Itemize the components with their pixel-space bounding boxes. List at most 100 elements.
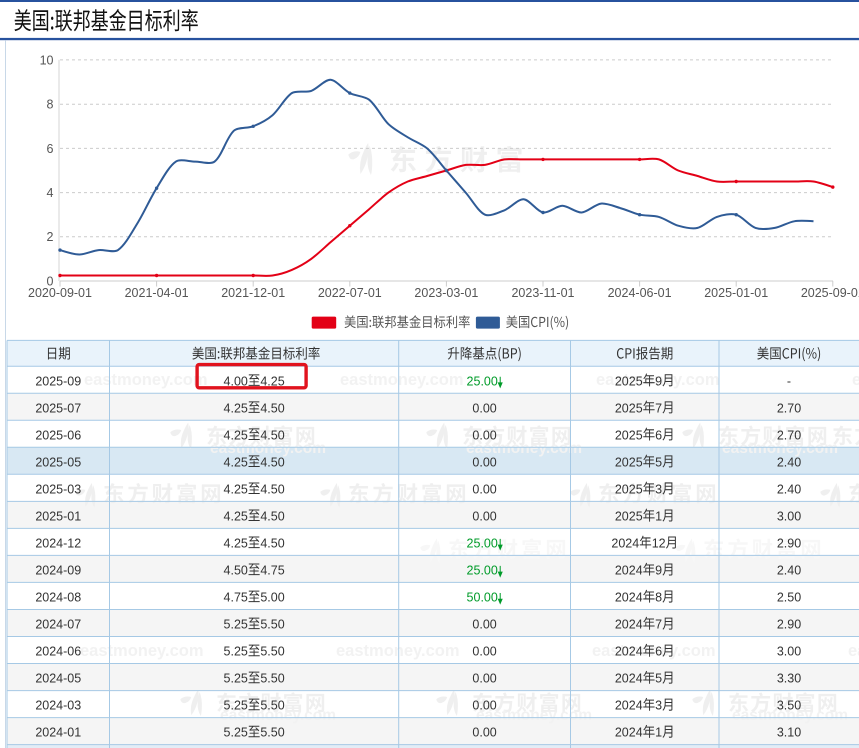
svg-text:2024: 2024 <box>615 726 643 740</box>
svg-text:2.90: 2.90 <box>777 537 801 551</box>
svg-text:2024-06: 2024-06 <box>35 645 81 659</box>
svg-text:5.50: 5.50 <box>260 699 284 713</box>
svg-text:2024-08: 2024-08 <box>35 591 81 605</box>
svg-text:4.50: 4.50 <box>260 401 284 415</box>
svg-text:4.50: 4.50 <box>260 509 284 523</box>
svg-text:eastmoney.com: eastmoney.com <box>848 642 859 660</box>
svg-text:9: 9 <box>655 374 662 388</box>
svg-text:3: 3 <box>655 482 662 496</box>
svg-text:1: 1 <box>655 509 662 523</box>
svg-text:2022-07-01: 2022-07-01 <box>318 286 382 300</box>
svg-text:2024: 2024 <box>615 672 643 686</box>
svg-text:-: - <box>787 374 791 388</box>
svg-text:2023-03-01: 2023-03-01 <box>414 286 478 300</box>
svg-text:2.70: 2.70 <box>777 401 801 415</box>
svg-text:5.00: 5.00 <box>260 591 284 605</box>
svg-text:50.00: 50.00 <box>467 591 498 605</box>
svg-text:2025-05: 2025-05 <box>35 455 81 469</box>
svg-text:10: 10 <box>40 53 54 67</box>
svg-text:4.50: 4.50 <box>260 482 284 496</box>
svg-text:2.40: 2.40 <box>777 482 801 496</box>
svg-text:0.00: 0.00 <box>472 428 496 442</box>
svg-text:5.25: 5.25 <box>224 699 248 713</box>
svg-text:3.00: 3.00 <box>777 509 801 523</box>
svg-text:2023-11-01: 2023-11-01 <box>511 286 574 300</box>
svg-text:2.40: 2.40 <box>777 564 801 578</box>
svg-text:0.00: 0.00 <box>472 699 496 713</box>
svg-text:2020-09-01: 2020-09-01 <box>28 286 92 300</box>
svg-text:25.00: 25.00 <box>467 564 498 578</box>
svg-text:5.25: 5.25 <box>224 672 248 686</box>
svg-text:2021-12-01: 2021-12-01 <box>221 286 285 300</box>
svg-text:5: 5 <box>655 672 662 686</box>
svg-text:2025-07: 2025-07 <box>35 401 81 415</box>
svg-text:4.25: 4.25 <box>224 509 248 523</box>
svg-text:2.90: 2.90 <box>777 618 801 632</box>
svg-text:0.00: 0.00 <box>472 645 496 659</box>
svg-text:2024: 2024 <box>615 618 643 632</box>
svg-text:2.50: 2.50 <box>777 591 801 605</box>
svg-text:4: 4 <box>47 186 54 200</box>
svg-text:0.00: 0.00 <box>472 482 496 496</box>
svg-text:2024: 2024 <box>611 537 639 551</box>
svg-text:6: 6 <box>47 142 54 156</box>
svg-text:3.10: 3.10 <box>777 726 801 740</box>
svg-text:2024-07: 2024-07 <box>35 618 81 632</box>
svg-text:4.25: 4.25 <box>224 428 248 442</box>
svg-text:2.40: 2.40 <box>777 455 801 469</box>
svg-text:8: 8 <box>47 98 54 112</box>
svg-text:eastmoney.com: eastmoney.com <box>852 371 859 389</box>
svg-text:9: 9 <box>655 564 662 578</box>
svg-text:2024-05: 2024-05 <box>35 672 81 686</box>
svg-text:0.00: 0.00 <box>472 401 496 415</box>
svg-text:3.30: 3.30 <box>777 672 801 686</box>
svg-text:0.00: 0.00 <box>472 618 496 632</box>
svg-text:eastmoney.com: eastmoney.com <box>592 642 716 660</box>
svg-text:2025-06: 2025-06 <box>35 428 81 442</box>
svg-text:3.50: 3.50 <box>777 699 801 713</box>
svg-text:4.50: 4.50 <box>260 455 284 469</box>
svg-text:8: 8 <box>655 591 662 605</box>
svg-text:25.00: 25.00 <box>467 374 498 388</box>
svg-text:1: 1 <box>655 726 662 740</box>
svg-text:2025: 2025 <box>615 455 643 469</box>
svg-text:2024-09: 2024-09 <box>35 564 81 578</box>
svg-text:4.50: 4.50 <box>260 537 284 551</box>
svg-text:eastmoney.com: eastmoney.com <box>80 642 204 660</box>
svg-text:5.50: 5.50 <box>260 645 284 659</box>
svg-text:5.50: 5.50 <box>260 726 284 740</box>
svg-text:5.50: 5.50 <box>260 672 284 686</box>
svg-text:5.50: 5.50 <box>260 618 284 632</box>
svg-text:2025: 2025 <box>615 374 643 388</box>
svg-text:2024-01: 2024-01 <box>35 726 81 740</box>
svg-text:4.25: 4.25 <box>224 401 248 415</box>
svg-text:2025-03: 2025-03 <box>35 482 81 496</box>
svg-text:2025-01: 2025-01 <box>35 509 81 523</box>
svg-text:2: 2 <box>47 230 54 244</box>
svg-text:eastmoney.com: eastmoney.com <box>340 371 464 389</box>
svg-text:4.75: 4.75 <box>260 564 284 578</box>
svg-text:0.00: 0.00 <box>472 672 496 686</box>
svg-text:3: 3 <box>655 699 662 713</box>
svg-text:2024-03: 2024-03 <box>35 699 81 713</box>
svg-text:2.70: 2.70 <box>777 428 801 442</box>
svg-text:12: 12 <box>652 537 666 551</box>
svg-text:2024: 2024 <box>615 591 643 605</box>
svg-text:7: 7 <box>655 618 662 632</box>
svg-text:2025: 2025 <box>615 401 643 415</box>
svg-text:2025-09-01: 2025-09-01 <box>801 286 859 300</box>
svg-text:2025-09: 2025-09 <box>35 374 81 388</box>
svg-text:4.25: 4.25 <box>224 455 248 469</box>
svg-text:4.25: 4.25 <box>224 537 248 551</box>
svg-text:2024: 2024 <box>615 699 643 713</box>
svg-text:2025-01-01: 2025-01-01 <box>704 286 768 300</box>
svg-text:eastmoney.com: eastmoney.com <box>84 371 208 389</box>
svg-text:2025: 2025 <box>615 509 643 523</box>
svg-text:4.50: 4.50 <box>224 564 248 578</box>
svg-text:4.75: 4.75 <box>224 591 248 605</box>
svg-text:2021-04-01: 2021-04-01 <box>125 286 189 300</box>
svg-text:4.25: 4.25 <box>224 482 248 496</box>
svg-text:2025: 2025 <box>615 428 643 442</box>
svg-text:5.25: 5.25 <box>224 618 248 632</box>
svg-text:2024: 2024 <box>615 564 643 578</box>
